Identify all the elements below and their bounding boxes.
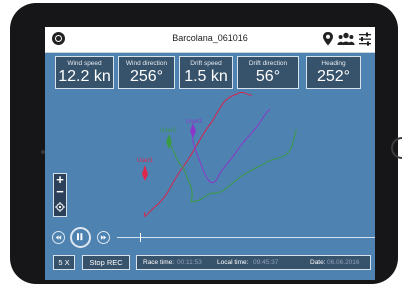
home-button[interactable] xyxy=(391,137,402,159)
local-time-value: 09:45:37 xyxy=(253,259,279,266)
user3-track xyxy=(192,108,271,184)
playback-controls xyxy=(45,227,375,249)
race-time-value: 00:11:53 xyxy=(177,259,202,266)
timeline-handle[interactable] xyxy=(140,233,141,242)
race-time-label: Race time: xyxy=(143,259,175,266)
date-label: Date: xyxy=(310,259,326,266)
zoom-control: + − xyxy=(53,173,67,217)
user1-track xyxy=(144,91,253,217)
user2-label: User2 xyxy=(160,128,177,134)
fast-forward-icon[interactable] xyxy=(97,231,110,244)
rewind-icon[interactable] xyxy=(52,231,65,244)
locate-icon[interactable] xyxy=(55,202,65,212)
stop-rec-button[interactable]: Stop REC xyxy=(82,255,130,270)
app-screen: Barcolana_061016 Wind speed 12.2 kn Wind… xyxy=(45,27,375,280)
pause-icon[interactable] xyxy=(70,227,91,248)
race-info-bar: Race time: 00:11:53 Local time: 09:45:37… xyxy=(136,255,371,270)
user1-label: User1 xyxy=(137,158,154,164)
date-value: 06.06.2016 xyxy=(327,259,360,266)
user3-boat-icon[interactable] xyxy=(190,123,196,138)
timeline-track[interactable] xyxy=(117,237,375,238)
user1-boat-icon[interactable] xyxy=(142,165,148,181)
user2-track xyxy=(168,129,297,203)
bottom-bar: 5 X Stop REC Race time: 00:11:53 Local t… xyxy=(45,255,375,277)
zoom-out-button[interactable]: − xyxy=(54,185,66,198)
user3-label: User3 xyxy=(186,119,203,125)
local-time-label: Local time: xyxy=(217,259,249,266)
speed-button[interactable]: 5 X xyxy=(53,255,75,270)
